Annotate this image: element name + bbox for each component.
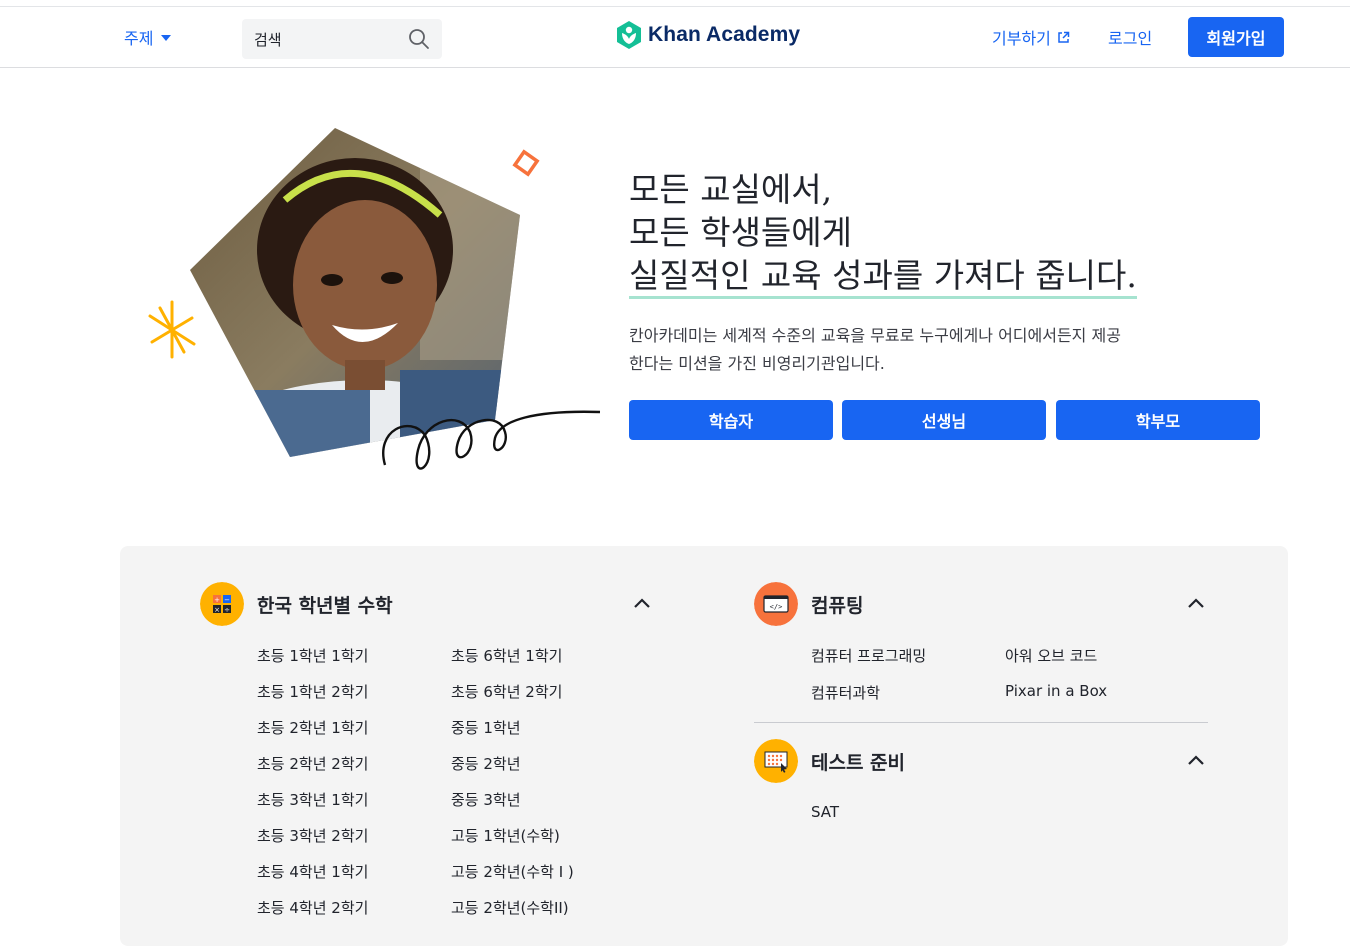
caret-down-icon (161, 35, 172, 41)
math-link[interactable]: 초등 4학년 2학기 (257, 897, 368, 918)
math-category-title[interactable]: 한국 학년별 수학 (257, 591, 393, 618)
computing-link[interactable]: Pixar in a Box (1005, 682, 1107, 700)
mission-line-1: 칸아카데미는 세계적 수준의 교육을 무료로 누구에게나 어디에서든지 제공 (629, 326, 1121, 345)
computing-link[interactable]: 컴퓨터 프로그래밍 (811, 645, 926, 666)
math-link[interactable]: 초등 1학년 1학기 (257, 645, 368, 666)
math-link[interactable]: 초등 2학년 2학기 (257, 753, 368, 774)
headline-line-1: 모든 교실에서, (629, 170, 833, 209)
khan-leaf-icon (617, 21, 641, 49)
math-link[interactable]: 초등 4학년 1학기 (257, 861, 368, 882)
donate-label: 기부하기 (992, 29, 1051, 48)
search-input[interactable] (242, 19, 406, 61)
search-icon[interactable] (408, 28, 430, 50)
math-link[interactable]: 초등 6학년 2학기 (451, 681, 562, 702)
login-link[interactable]: 로그인 (1108, 25, 1152, 49)
math-link[interactable]: 중등 3학년 (451, 789, 521, 810)
svg-text:+: + (214, 596, 220, 604)
math-category-icon: + − × ÷ (200, 582, 244, 626)
learner-button[interactable]: 학습자 (629, 400, 833, 440)
computing-link[interactable]: 컴퓨터과학 (811, 682, 880, 703)
chevron-up-icon[interactable] (1187, 597, 1205, 609)
subjects-menu[interactable]: 주제 (124, 25, 172, 49)
math-link[interactable]: 중등 2학년 (451, 753, 521, 774)
top-nav: 주제 Khan Academy 기부하기 로그인 회원가입 (0, 7, 1350, 68)
math-link[interactable]: 고등 1학년(수학) (451, 825, 560, 846)
math-link[interactable]: 고등 2학년(수학II) (451, 897, 569, 918)
top-border (0, 0, 1350, 7)
math-link[interactable]: 중등 1학년 (451, 717, 521, 738)
math-link[interactable]: 고등 2학년(수학 I ) (451, 861, 574, 882)
mission-text: 칸아카데미는 세계적 수준의 교육을 무료로 누구에게나 어디에서든지 제공 한… (629, 322, 1189, 378)
computing-category-icon: </> (754, 582, 798, 626)
computing-link[interactable]: 아워 오브 코드 (1005, 645, 1097, 666)
hero-headline: 모든 교실에서, 모든 학생들에게 실질적인 교육 성과를 가져다 줍니다. (629, 168, 1249, 299)
svg-text:−: − (224, 596, 230, 604)
chevron-up-icon[interactable] (633, 597, 651, 609)
search-box (242, 19, 442, 61)
external-link-icon (1058, 31, 1070, 43)
logo-text: Khan Academy (648, 23, 801, 46)
headline-line-2: 모든 학생들에게 (629, 213, 853, 252)
chevron-up-icon[interactable] (1187, 754, 1205, 766)
khan-academy-logo[interactable]: Khan Academy (616, 20, 800, 50)
hero-student-image (148, 128, 601, 470)
signup-button[interactable]: 회원가입 (1188, 17, 1284, 57)
parent-button[interactable]: 학부모 (1056, 400, 1260, 440)
subjects-panel: + − × ÷ 한국 학년별 수학 초등 1학년 1학기 초등 1학년 2학기 … (120, 546, 1288, 946)
test-prep-category-icon (754, 739, 798, 783)
math-link[interactable]: 초등 1학년 2학기 (257, 681, 368, 702)
test-prep-category-title[interactable]: 테스트 준비 (811, 748, 905, 775)
test-prep-link[interactable]: SAT (811, 803, 839, 821)
svg-text:</>: </> (770, 603, 783, 611)
math-link[interactable]: 초등 6학년 1학기 (451, 645, 562, 666)
math-link[interactable]: 초등 3학년 1학기 (257, 789, 368, 810)
subjects-label: 주제 (124, 29, 154, 48)
teacher-button[interactable]: 선생님 (842, 400, 1046, 440)
headline-line-3: 실질적인 교육 성과를 가져다 줍니다. (629, 256, 1137, 299)
computing-category-title[interactable]: 컴퓨팅 (811, 591, 863, 618)
mission-line-2: 한다는 미션을 가진 비영리기관입니다. (629, 354, 885, 373)
section-divider (754, 722, 1208, 723)
svg-text:×: × (214, 606, 220, 614)
math-link[interactable]: 초등 3학년 2학기 (257, 825, 368, 846)
donate-link[interactable]: 기부하기 (992, 25, 1070, 49)
math-link[interactable]: 초등 2학년 1학기 (257, 717, 368, 738)
svg-text:÷: ÷ (224, 606, 230, 614)
